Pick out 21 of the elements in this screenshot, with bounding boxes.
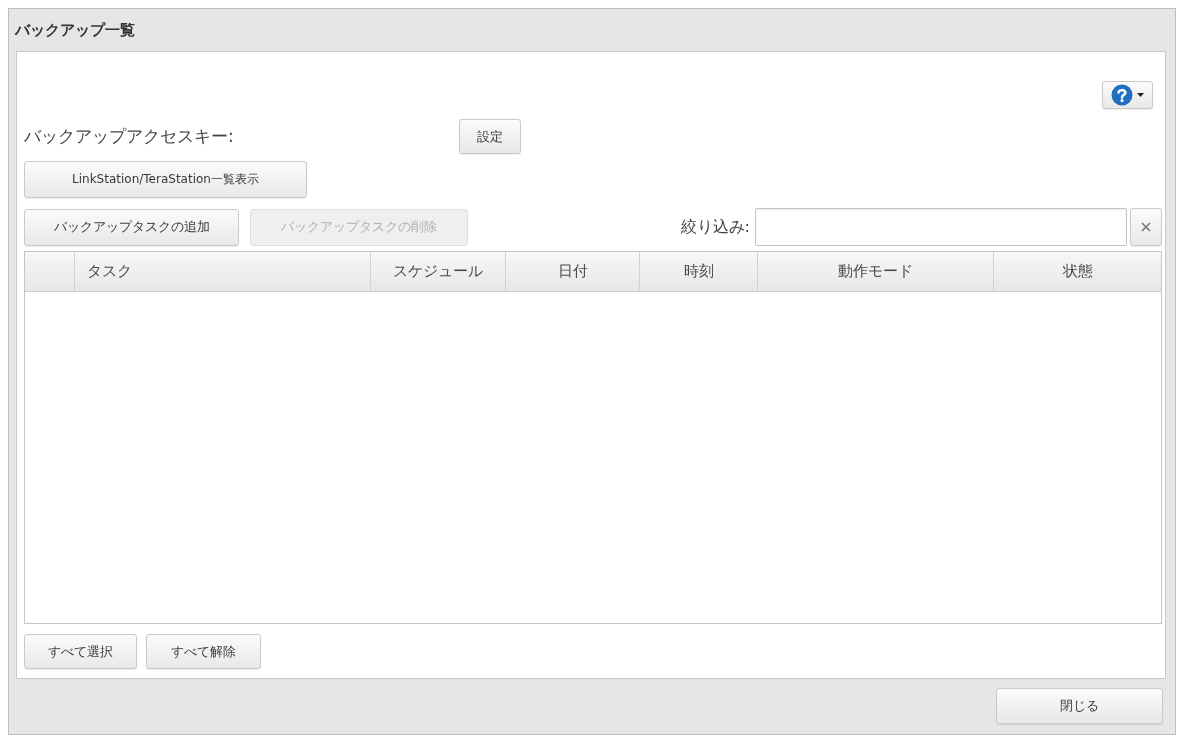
deselect-all-button[interactable]: すべて解除 [146, 634, 261, 669]
device-list-button[interactable]: LinkStation/TeraStation一覧表示 [24, 161, 307, 198]
column-header[interactable]: 動作モード [838, 262, 914, 281]
window-title: バックアップ一覧 [15, 20, 135, 40]
column-header[interactable]: 日付 [557, 262, 588, 281]
caret-icon [1137, 93, 1144, 97]
filter-label: 絞り込み: [680, 216, 750, 238]
access-key-label: バックアップアクセスキー: [24, 125, 235, 148]
column-header[interactable]: タスク [86, 262, 132, 281]
select-all-button[interactable]: すべて選択 [24, 634, 137, 669]
filter-field[interactable] [755, 208, 1127, 246]
close-button[interactable]: 閉じる [996, 688, 1163, 724]
help-button[interactable] [1102, 81, 1153, 109]
close-icon [1141, 222, 1151, 232]
column-header[interactable]: 時刻 [683, 262, 714, 281]
column-header[interactable]: スケジュール [392, 262, 483, 281]
add-task-button[interactable]: バックアップタスクの追加 [24, 208, 239, 246]
clear-filter-button[interactable] [1130, 208, 1162, 246]
settings-button[interactable]: 設定 [459, 119, 521, 154]
help-icon [1111, 84, 1133, 106]
column-header[interactable]: 状態 [1062, 262, 1093, 281]
